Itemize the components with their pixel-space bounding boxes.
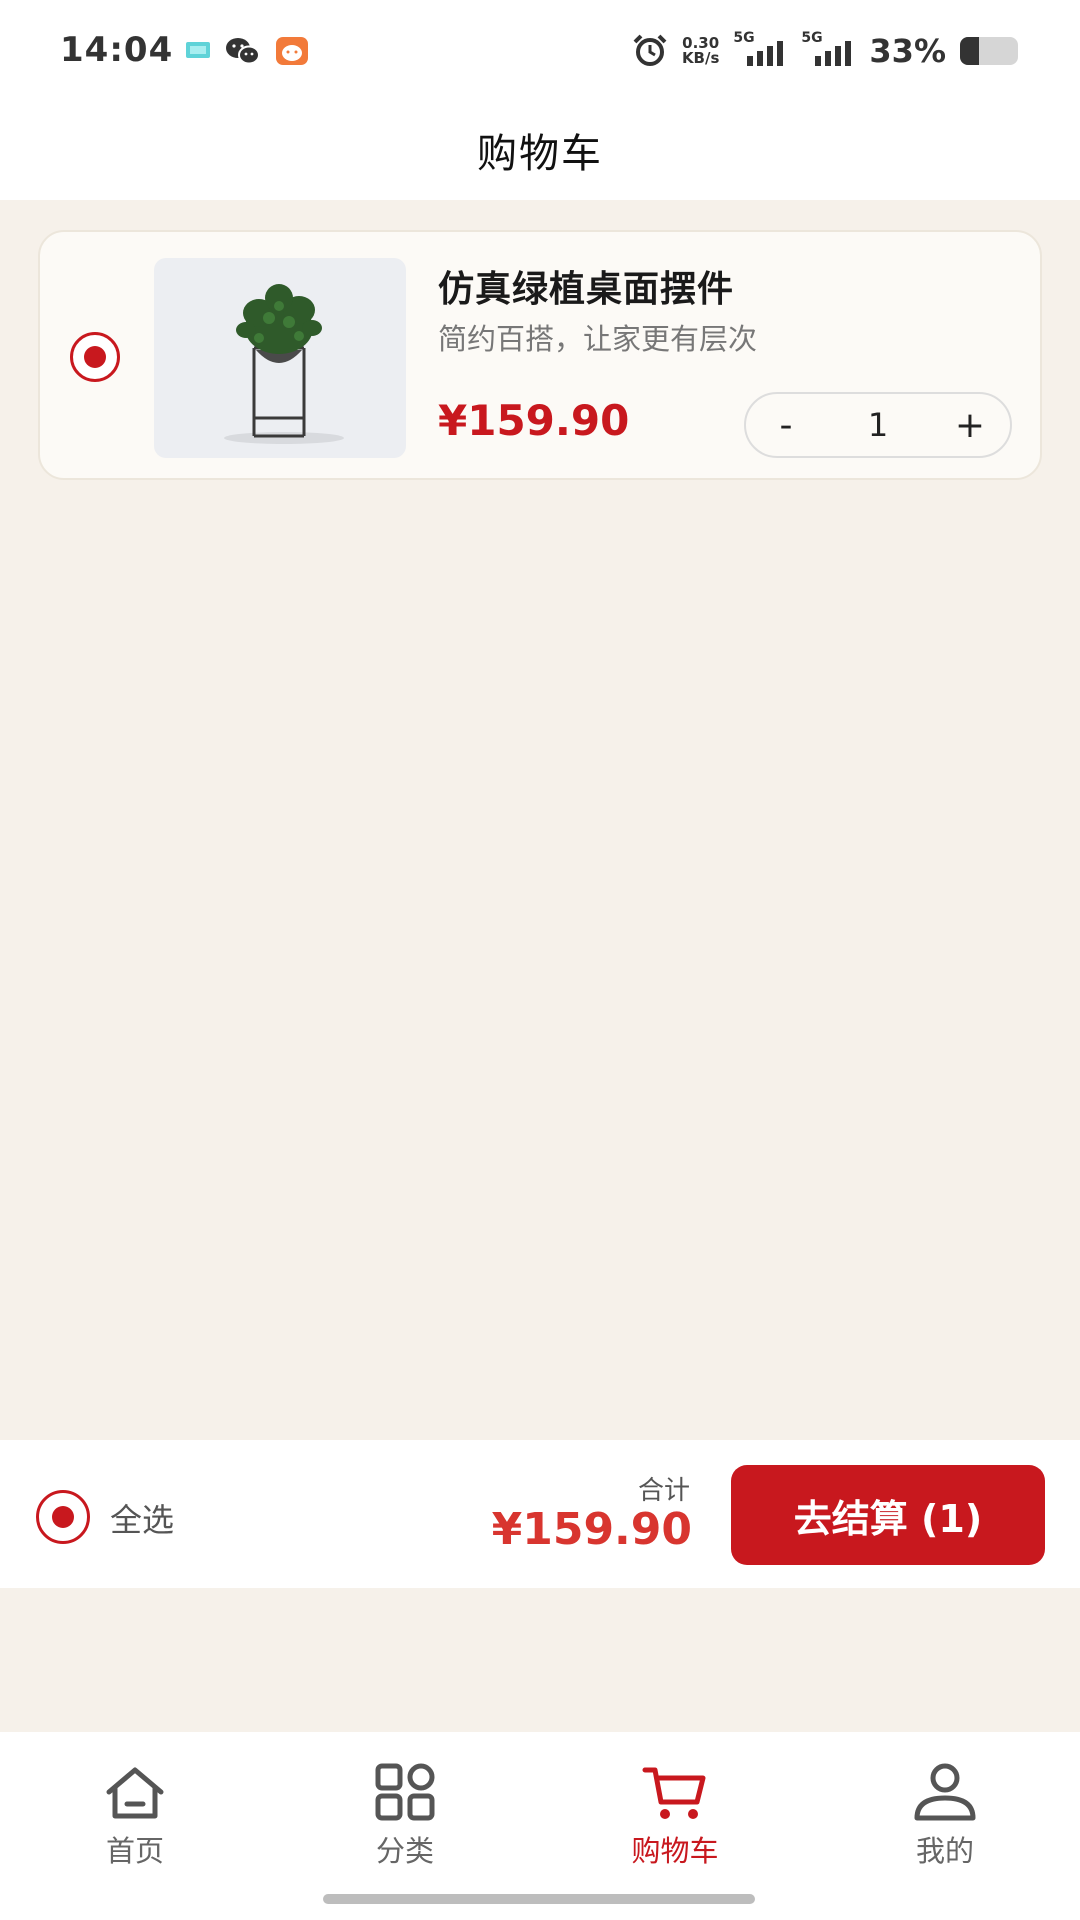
product-name[interactable]: 仿真绿植桌面摆件 — [438, 260, 734, 312]
home-icon — [106, 1767, 164, 1819]
net-speed: 0.30 KB/s — [682, 36, 719, 66]
product-price: ¥159.90 — [438, 396, 630, 445]
user-icon — [914, 1763, 976, 1821]
cart-item-card: 仿真绿植桌面摆件 简约百搭，让家更有层次 ¥159.90 - 1 + — [38, 230, 1042, 480]
signal-icon — [815, 41, 852, 66]
status-time: 14:04 — [60, 30, 174, 70]
total-label: 合计 — [637, 1476, 690, 1506]
page-title: 购物车 — [477, 131, 603, 177]
home-indicator[interactable] — [323, 1894, 755, 1904]
system-status: 0.30 KB/s 5G 5G 33% — [632, 30, 1018, 70]
select-all-label[interactable]: 全选 — [110, 1495, 174, 1541]
nav-item-cart[interactable]: 购物车 — [575, 1762, 775, 1870]
nav-item-home[interactable]: 首页 — [35, 1762, 235, 1870]
checkout-bar: 全选 合计 ¥159.90 去结算 (1) — [0, 1440, 1080, 1588]
decrease-quantity-button[interactable]: - — [746, 394, 826, 456]
battery-icon — [960, 37, 1018, 65]
nav-label-home: 首页 — [105, 1834, 164, 1868]
battery-percent: 33% — [869, 32, 946, 70]
wechat-icon — [226, 38, 260, 65]
quantity-stepper: - 1 + — [744, 392, 1012, 458]
notification-icons — [185, 36, 309, 66]
signal-icon — [747, 41, 784, 66]
status-bar: 14:04 0.30 KB/s 5G 5G 33% — [0, 0, 1080, 100]
battery-fill — [960, 37, 980, 65]
nav-label-cart: 购物车 — [631, 1834, 719, 1868]
nav-label-profile: 我的 — [915, 1834, 974, 1868]
total-amount: ¥159.90 — [491, 1504, 692, 1555]
cart-icon — [642, 1767, 706, 1819]
product-image[interactable] — [154, 258, 406, 458]
signal-2: 5G — [801, 30, 855, 68]
nav-item-profile[interactable]: 我的 — [845, 1762, 1045, 1870]
nav-item-category[interactable]: 分类 — [305, 1762, 505, 1870]
quantity-value[interactable]: 1 — [868, 406, 888, 444]
product-description: 简约百搭，让家更有层次 — [438, 322, 758, 356]
bottom-nav: 首页 分类 购物车 我的 — [0, 1732, 1080, 1920]
select-all-radio[interactable] — [36, 1490, 90, 1544]
signal-1: 5G — [733, 30, 787, 68]
net-speed-unit: KB/s — [681, 49, 720, 67]
item-select-radio[interactable] — [70, 332, 120, 382]
message-app-icon — [186, 42, 210, 58]
checkout-button[interactable]: 去结算 (1) — [731, 1465, 1045, 1565]
nav-label-category: 分类 — [375, 1834, 434, 1868]
potted-plant-icon — [224, 284, 344, 444]
grid-icon — [375, 1763, 435, 1821]
increase-quantity-button[interactable]: + — [930, 394, 1010, 456]
shopping-app-icon — [276, 37, 308, 65]
alarm-icon — [633, 34, 667, 66]
header: 购物车 — [0, 100, 1080, 200]
